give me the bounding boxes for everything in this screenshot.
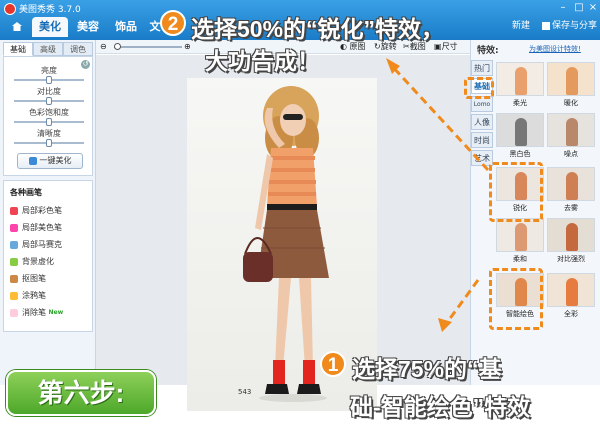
- step-2-badge: 2: [160, 10, 186, 36]
- step-1-badge: 1: [320, 351, 346, 377]
- arrow-head-icon: [438, 318, 452, 332]
- step-2-text-line2: 大功告成！: [205, 48, 320, 74]
- step-1-text-line1: 选择75%的“基: [352, 356, 502, 382]
- step-six-badge: 第六步:: [6, 370, 156, 416]
- step-1-text-line2: 础-智能绘色”特效: [350, 394, 531, 420]
- step-2-text-line1: 选择50%的“锐化”特效，: [191, 16, 445, 42]
